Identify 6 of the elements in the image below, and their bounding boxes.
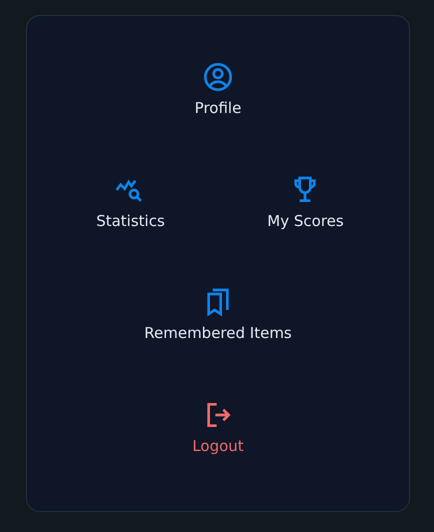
menu-link[interactable]: Statistics (96, 174, 165, 232)
profile-icon (202, 61, 234, 93)
logout-link[interactable]: Logout (192, 398, 244, 457)
menu-link[interactable]: My Scores (267, 174, 344, 232)
menu-link[interactable]: Remembered Items (144, 286, 292, 344)
menu-link[interactable]: Profile (194, 61, 242, 120)
